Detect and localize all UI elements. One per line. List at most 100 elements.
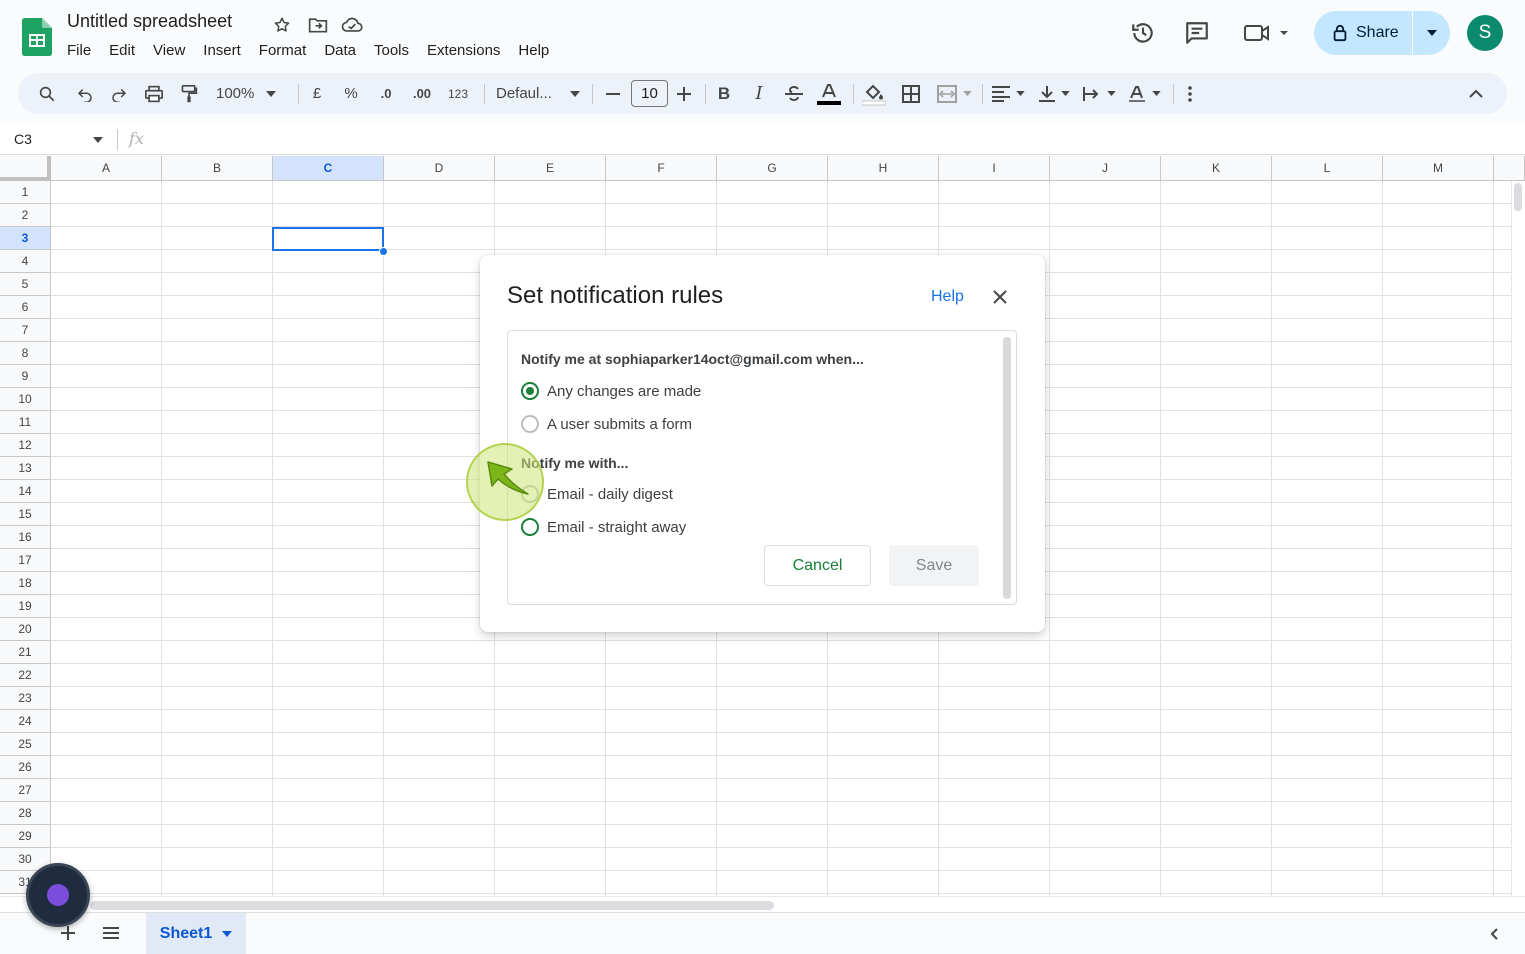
- row-header[interactable]: 23: [0, 687, 51, 710]
- row-header[interactable]: 15: [0, 503, 51, 526]
- row-header[interactable]: 3: [0, 227, 51, 250]
- row-header[interactable]: 21: [0, 641, 51, 664]
- caret-down-icon[interactable]: [93, 137, 103, 143]
- cloud-saved-icon[interactable]: [341, 14, 363, 36]
- row-header[interactable]: 19: [0, 595, 51, 618]
- comments-icon[interactable]: [1182, 18, 1212, 48]
- row-header[interactable]: 24: [0, 710, 51, 733]
- number-format-button[interactable]: 123: [444, 73, 472, 114]
- row-header[interactable]: 8: [0, 342, 51, 365]
- zoom-select[interactable]: 100%: [212, 73, 282, 114]
- row-header[interactable]: 12: [0, 434, 51, 457]
- row-header[interactable]: 27: [0, 779, 51, 802]
- print-icon[interactable]: [141, 73, 167, 114]
- row-header[interactable]: 16: [0, 526, 51, 549]
- recorder-bubble[interactable]: [26, 863, 90, 927]
- text-color-icon[interactable]: [815, 73, 843, 114]
- column-header[interactable]: I: [939, 156, 1050, 181]
- radio-checked-icon[interactable]: [521, 382, 539, 400]
- panel-scrollbar[interactable]: [1003, 337, 1011, 599]
- move-folder-icon[interactable]: [307, 14, 329, 36]
- vertical-align-icon[interactable]: [1034, 73, 1074, 114]
- document-title[interactable]: Untitled spreadsheet: [67, 11, 232, 32]
- column-header[interactable]: A: [51, 156, 162, 181]
- more-options-icon[interactable]: [1180, 73, 1200, 114]
- collapse-toolbar-icon[interactable]: [1464, 73, 1488, 114]
- star-icon[interactable]: [271, 14, 293, 36]
- vertical-scrollbar[interactable]: [1511, 181, 1525, 896]
- row-header[interactable]: 7: [0, 319, 51, 342]
- italic-button[interactable]: I: [747, 73, 771, 114]
- account-avatar[interactable]: S: [1467, 15, 1503, 51]
- decrease-font-size-icon[interactable]: [603, 73, 623, 114]
- menu-tools[interactable]: Tools: [365, 40, 418, 61]
- select-all-corner[interactable]: [0, 156, 51, 181]
- text-rotation-icon[interactable]: [1124, 73, 1164, 114]
- vertical-scroll-thumb[interactable]: [1514, 183, 1522, 211]
- menu-insert[interactable]: Insert: [194, 40, 250, 61]
- cancel-button[interactable]: Cancel: [764, 545, 871, 586]
- close-icon[interactable]: [988, 285, 1012, 309]
- column-header[interactable]: G: [717, 156, 828, 181]
- row-header[interactable]: 2: [0, 204, 51, 227]
- menu-help[interactable]: Help: [509, 40, 558, 61]
- row-header[interactable]: 6: [0, 296, 51, 319]
- menu-view[interactable]: View: [144, 40, 194, 61]
- row-header[interactable]: 11: [0, 411, 51, 434]
- paint-format-icon[interactable]: [176, 73, 202, 114]
- undo-icon[interactable]: [72, 73, 98, 114]
- row-header[interactable]: 29: [0, 825, 51, 848]
- menu-edit[interactable]: Edit: [100, 40, 144, 61]
- radio-form-submit[interactable]: A user submits a form: [521, 415, 692, 433]
- text-wrapping-icon[interactable]: [1079, 73, 1119, 114]
- search-menus-icon[interactable]: [34, 73, 60, 114]
- menu-file[interactable]: File: [58, 40, 100, 61]
- column-header[interactable]: J: [1050, 156, 1161, 181]
- percent-format-button[interactable]: %: [340, 73, 362, 114]
- column-header[interactable]: M: [1383, 156, 1494, 181]
- share-dropdown-button[interactable]: [1413, 11, 1450, 55]
- strikethrough-icon[interactable]: [781, 73, 807, 114]
- caret-down-icon[interactable]: [222, 930, 233, 937]
- column-header[interactable]: K: [1161, 156, 1272, 181]
- sheets-logo-icon[interactable]: [22, 18, 52, 56]
- row-header[interactable]: 1: [0, 181, 51, 204]
- fill-color-icon[interactable]: [860, 73, 888, 114]
- currency-format-button[interactable]: £: [306, 73, 328, 114]
- row-header[interactable]: 10: [0, 388, 51, 411]
- row-header[interactable]: 4: [0, 250, 51, 273]
- selected-cell[interactable]: [272, 227, 384, 251]
- radio-straight-away[interactable]: Email - straight away: [521, 518, 686, 536]
- row-header[interactable]: 28: [0, 802, 51, 825]
- redo-icon[interactable]: [106, 73, 132, 114]
- radio-any-changes[interactable]: Any changes are made: [521, 382, 701, 400]
- meet-call-icon[interactable]: [1240, 18, 1290, 48]
- column-header[interactable]: D: [384, 156, 495, 181]
- fill-handle[interactable]: [379, 247, 388, 256]
- chevron-left-icon[interactable]: [1484, 925, 1504, 943]
- menu-extensions[interactable]: Extensions: [418, 40, 509, 61]
- row-header[interactable]: 9: [0, 365, 51, 388]
- radio-daily-digest[interactable]: Email - daily digest: [521, 485, 673, 503]
- font-family-select[interactable]: Defaul...: [492, 73, 584, 114]
- horizontal-scroll-thumb[interactable]: [90, 901, 774, 910]
- tab-sheet1[interactable]: Sheet1: [146, 913, 246, 954]
- row-header[interactable]: 13: [0, 457, 51, 480]
- share-button[interactable]: Share: [1314, 11, 1412, 55]
- column-header[interactable]: E: [495, 156, 606, 181]
- row-header[interactable]: 25: [0, 733, 51, 756]
- horizontal-scrollbar[interactable]: [0, 896, 1525, 912]
- increase-font-size-icon[interactable]: [674, 73, 694, 114]
- help-link[interactable]: Help: [931, 288, 964, 306]
- all-sheets-icon[interactable]: [101, 925, 121, 941]
- row-header[interactable]: 20: [0, 618, 51, 641]
- row-header[interactable]: 17: [0, 549, 51, 572]
- horizontal-align-icon[interactable]: [988, 73, 1028, 114]
- column-header[interactable]: B: [162, 156, 273, 181]
- font-size-input[interactable]: 10: [631, 80, 668, 107]
- column-header[interactable]: F: [606, 156, 717, 181]
- borders-icon[interactable]: [898, 73, 924, 114]
- save-button[interactable]: Save: [889, 545, 979, 586]
- name-box[interactable]: C3: [14, 131, 32, 147]
- menu-format[interactable]: Format: [250, 40, 316, 61]
